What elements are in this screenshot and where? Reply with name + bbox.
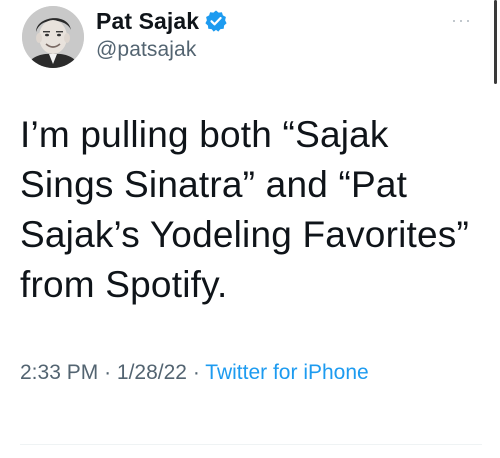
avatar-photo [22, 6, 84, 68]
tweet-source-link[interactable]: Twitter for iPhone [205, 361, 368, 384]
name-row: Pat Sajak [96, 6, 228, 36]
meta-separator: · [192, 361, 200, 384]
avatar[interactable] [22, 6, 84, 68]
more-options-icon[interactable]: ··· [451, 10, 472, 31]
author-block[interactable]: Pat Sajak @patsajak [96, 6, 228, 62]
meta-separator: · [104, 361, 112, 384]
verified-badge-icon [204, 9, 228, 33]
tweet-card: Pat Sajak @patsajak ··· I’m pulling both… [0, 0, 500, 458]
divider [20, 444, 482, 445]
display-name[interactable]: Pat Sajak [96, 8, 199, 35]
tweet-date[interactable]: 1/28/22 [117, 361, 187, 384]
tweet-time[interactable]: 2:33 PM [20, 361, 98, 384]
tweet-text: I’m pulling both “Sajak Sings Sinatra” a… [20, 114, 469, 305]
tweet-meta: 2:33 PM · 1/28/22 · Twitter for iPhone [20, 357, 460, 389]
handle[interactable]: @patsajak [96, 38, 228, 62]
scrollbar[interactable] [494, 0, 497, 84]
